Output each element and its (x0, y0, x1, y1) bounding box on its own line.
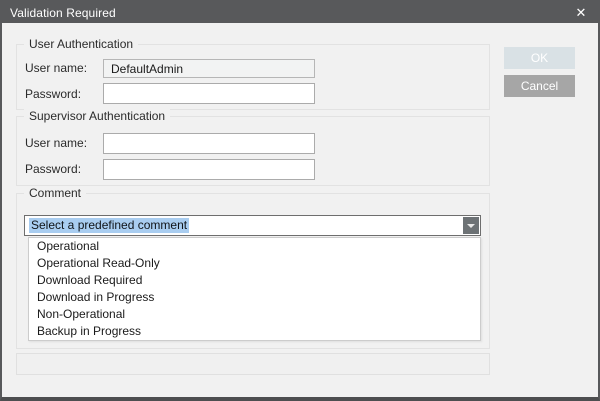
comment-legend: Comment (24, 186, 86, 200)
comment-combobox[interactable]: Select a predefined comment (24, 215, 481, 236)
supervisor-authentication-legend: Supervisor Authentication (24, 109, 170, 123)
dropdown-item-download-required[interactable]: Download Required (29, 272, 480, 289)
status-panel (16, 353, 490, 375)
dropdown-item-non-operational[interactable]: Non-Operational (29, 306, 480, 323)
dropdown-item-operational[interactable]: Operational (29, 238, 480, 255)
user-authentication-group: User Authentication User name: Password: (16, 44, 490, 110)
supervisor-password-field[interactable] (103, 159, 315, 180)
chevron-down-icon[interactable] (463, 217, 479, 234)
close-icon[interactable]: ✕ (564, 2, 598, 23)
user-password-label: Password: (25, 85, 81, 103)
validation-required-dialog: Validation Required ✕ User Authenticatio… (0, 0, 600, 401)
cancel-button[interactable]: Cancel (504, 75, 575, 97)
dialog-title: Validation Required (2, 6, 116, 20)
user-password-field[interactable] (103, 83, 315, 104)
titlebar: Validation Required ✕ (2, 2, 598, 23)
comment-dropdown-list: Operational Operational Read-Only Downlo… (28, 237, 481, 341)
combobox-selected-text: Select a predefined comment (29, 218, 189, 233)
supervisor-username-label: User name: (25, 134, 87, 152)
user-username-field (103, 59, 315, 78)
user-authentication-legend: User Authentication (24, 37, 138, 51)
user-username-label: User name: (25, 59, 87, 77)
ok-button[interactable]: OK (504, 47, 575, 69)
supervisor-password-label: Password: (25, 160, 81, 178)
supervisor-authentication-group: Supervisor Authentication User name: Pas… (16, 116, 490, 186)
dropdown-item-download-in-progress[interactable]: Download in Progress (29, 289, 480, 306)
supervisor-username-field[interactable] (103, 133, 315, 154)
comment-group: Comment Select a predefined comment Oper… (16, 193, 490, 349)
dropdown-item-backup-in-progress[interactable]: Backup in Progress (29, 323, 480, 340)
dropdown-item-operational-read-only[interactable]: Operational Read-Only (29, 255, 480, 272)
